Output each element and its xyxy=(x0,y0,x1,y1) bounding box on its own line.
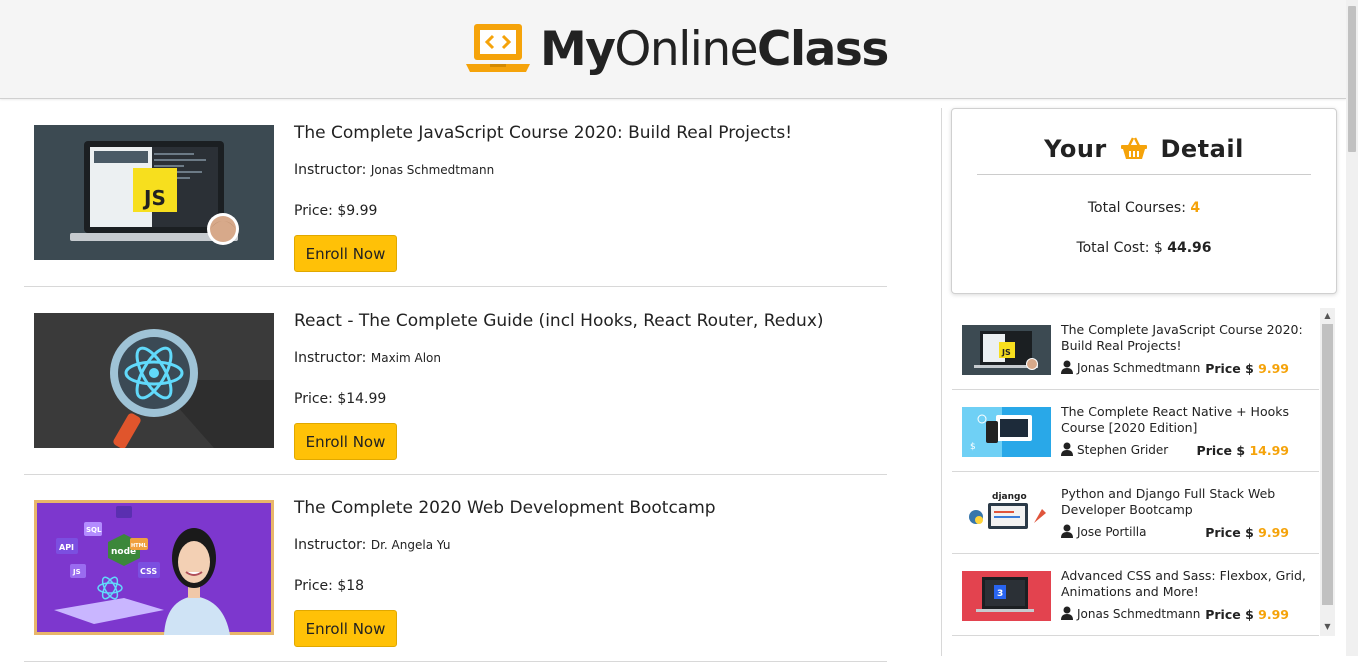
svg-text:SQL: SQL xyxy=(86,526,102,534)
user-icon xyxy=(1061,360,1073,374)
course-price: Price: $18 xyxy=(294,578,365,594)
cart-item-thumbnail: django xyxy=(962,489,1051,539)
page-scrollbar-thumb[interactable] xyxy=(1348,6,1356,152)
svg-text:API: API xyxy=(59,543,74,552)
laptop-code-icon xyxy=(466,24,530,72)
course-thumbnail-web-dev: SQL API node JS HTML CSS xyxy=(34,500,274,635)
course-price: Price: $9.99 xyxy=(294,203,378,219)
basket-icon xyxy=(1120,137,1147,159)
detail-title: Your Detail xyxy=(1044,135,1244,163)
brand-logo[interactable]: MyOnlineClass xyxy=(466,22,889,78)
scroll-down-arrow-icon[interactable]: ▼ xyxy=(1320,620,1335,634)
site-header: MyOnlineClass xyxy=(0,0,1346,99)
cart-list: JS The Complete JavaScript Course 2020: … xyxy=(952,308,1335,636)
cart-item[interactable]: django Python and Django Full Stack Web … xyxy=(952,472,1319,554)
cart-item-thumbnail: JS xyxy=(962,325,1051,375)
course-title[interactable]: React - The Complete Guide (incl Hooks, … xyxy=(294,311,824,331)
detail-separator xyxy=(977,174,1311,175)
cart-item[interactable]: 3 Advanced CSS and Sass: Flexbox, Grid, … xyxy=(952,554,1319,636)
svg-text:CSS: CSS xyxy=(140,567,157,576)
user-icon xyxy=(1061,606,1073,620)
course-thumbnail-react xyxy=(34,313,274,448)
cart-item-author: Jose Portilla xyxy=(1061,524,1146,539)
total-courses: Total Courses: 4 xyxy=(1087,200,1201,216)
cart-item-thumbnail: $ xyxy=(962,407,1051,457)
cart-item-title: The Complete JavaScript Course 2020: Bui… xyxy=(1061,322,1303,353)
course-price: Price: $14.99 xyxy=(294,391,387,407)
cart-scrollbar-thumb[interactable] xyxy=(1322,324,1333,605)
svg-text:JS: JS xyxy=(72,568,81,576)
svg-text:django: django xyxy=(992,492,1027,502)
cart-item[interactable]: JS The Complete JavaScript Course 2020: … xyxy=(952,308,1319,390)
course-instructor: Instructor: Maxim Alon xyxy=(294,350,441,366)
enroll-now-button[interactable]: Enroll Now xyxy=(294,235,397,272)
cart-item-title: Advanced CSS and Sass: Flexbox, Grid, An… xyxy=(1061,568,1306,599)
page-scrollbar[interactable] xyxy=(1346,0,1358,656)
cart-item-author: Jonas Schmedtmann xyxy=(1061,360,1200,375)
course-title[interactable]: The Complete 2020 Web Development Bootca… xyxy=(294,498,716,518)
brand-name: MyOnlineClass xyxy=(540,22,889,77)
course-title[interactable]: The Complete JavaScript Course 2020: Bui… xyxy=(294,123,792,143)
cart-item-price: Price $ 9.99 xyxy=(1205,525,1289,540)
scroll-up-arrow-icon[interactable]: ▲ xyxy=(1320,309,1335,323)
sidebar-divider xyxy=(941,108,942,656)
cart-item[interactable]: $ The Complete React Native + Hooks Cour… xyxy=(952,390,1319,472)
cart-item-price: Price $ 9.99 xyxy=(1205,607,1289,622)
cart-item-title: The Complete React Native + Hooks Course… xyxy=(1061,404,1289,435)
svg-text:$: $ xyxy=(970,442,976,452)
svg-text:JS: JS xyxy=(1001,348,1011,357)
user-icon xyxy=(1061,442,1073,456)
cart-item-thumbnail: 3 xyxy=(962,571,1051,621)
course-instructor: Instructor: Dr. Angela Yu xyxy=(294,537,451,553)
enroll-now-button[interactable]: Enroll Now xyxy=(294,423,397,460)
course-instructor: Instructor: Jonas Schmedtmann xyxy=(294,162,495,178)
cart-item-title: Python and Django Full Stack Web Develop… xyxy=(1061,486,1276,517)
cart-item-author: Jonas Schmedtmann xyxy=(1061,606,1200,621)
total-cost: Total Cost: $ 44.96 xyxy=(1076,240,1212,256)
cart-item-price: Price $ 14.99 xyxy=(1196,443,1289,458)
user-icon xyxy=(1061,524,1073,538)
svg-text:3: 3 xyxy=(997,589,1003,599)
cart-detail-card: Your Detail Total Courses: 4 Total Cost:… xyxy=(951,108,1337,294)
cart-scrollbar[interactable]: ▲ ▼ xyxy=(1320,308,1335,636)
cart-item-price: Price $ 9.99 xyxy=(1205,361,1289,376)
svg-text:HTML: HTML xyxy=(131,543,148,549)
cart-item-author: Stephen Grider xyxy=(1061,442,1168,457)
svg-text:JS: JS xyxy=(142,186,166,210)
course-card: React - The Complete Guide (incl Hooks, … xyxy=(24,287,887,475)
course-card: SQL API node JS HTML CSS The Complete 20… xyxy=(24,474,887,662)
course-thumbnail-javascript: JS xyxy=(34,125,274,260)
enroll-now-button[interactable]: Enroll Now xyxy=(294,610,397,647)
course-card: JS The Complete JavaScript Course 2020: … xyxy=(24,99,887,287)
